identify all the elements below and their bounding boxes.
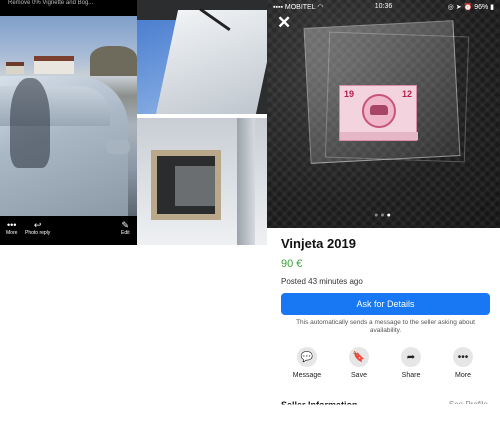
ellipsis-icon: •••	[6, 220, 17, 230]
more-options-button[interactable]: ••• More	[437, 347, 489, 379]
marketplace-listing: 19 12 ▪▪▪▪ MOBITEL ◠ 10:36 ◎ ➤ ⏰ 96% ▮ ✕…	[267, 0, 500, 434]
vignette-sticker: 19 12	[339, 85, 418, 141]
posted-time: Posted 43 minutes ago	[281, 277, 363, 286]
vignette-year-left: 19	[344, 89, 355, 99]
vignette-year-right: 12	[401, 89, 412, 99]
ellipsis-icon: •••	[453, 347, 473, 367]
battery-percent: 96%	[474, 4, 489, 11]
carousel-dots: ●●●	[267, 212, 500, 219]
house-small	[6, 62, 24, 74]
edit-label: Edit	[121, 230, 130, 236]
edit-button[interactable]: ✎ Edit	[121, 220, 130, 236]
share-button[interactable]: ➦ Share	[385, 347, 437, 379]
car-photo	[0, 16, 137, 226]
share-arrow-icon: ➦	[401, 347, 421, 367]
photo-toolbar: ••• More ↩ Photo reply ✎ Edit	[0, 216, 137, 245]
photo-reply-button[interactable]: ↩ Photo reply	[25, 220, 50, 236]
person-shadow	[10, 78, 50, 168]
bookmark-icon: 🔖	[349, 347, 369, 367]
ask-for-details-button[interactable]: Ask for Details	[281, 293, 490, 315]
messenger-icon: 💬	[297, 347, 317, 367]
dot-active: ●	[386, 212, 393, 219]
close-icon[interactable]: ✕	[277, 14, 291, 31]
ask-note: This automatically sends a message to th…	[296, 319, 475, 334]
car-photo-panel: Remove 0% Vignette and Bog... ••• More ↩…	[0, 0, 137, 245]
vignette-strip	[340, 132, 418, 140]
house	[34, 56, 74, 74]
action-row: 💬 Message 🔖 Save ➦ Share ••• More	[281, 347, 490, 387]
listing-title: Vinjeta 2019	[281, 236, 356, 251]
cutout-inner	[175, 166, 215, 206]
status-bar: ▪▪▪▪ MOBITEL ◠ 10:36 ◎ ➤ ⏰ 96% ▮	[267, 0, 500, 14]
see-profile-link[interactable]: See Profile	[449, 400, 488, 404]
share-label: Share	[401, 372, 421, 379]
battery: ◎ ➤ ⏰ 96% ▮	[447, 4, 494, 11]
reply-arrow-icon: ↩	[33, 220, 42, 230]
car-pillar	[237, 118, 255, 245]
cutout-photo	[137, 118, 267, 245]
photo-reply-label: Photo reply	[25, 230, 51, 236]
side-mirror	[106, 140, 130, 154]
windshield-photo	[137, 0, 267, 114]
cutout-hole	[151, 150, 221, 220]
trees	[90, 46, 137, 76]
photo-caption: Remove 0% Vignette and Bog...	[8, 0, 94, 6]
listing-photo[interactable]: 19 12 ▪▪▪▪ MOBITEL ◠ 10:36 ◎ ➤ ⏰ 96% ▮ ✕…	[267, 0, 500, 228]
save-label: Save	[351, 372, 367, 379]
pencil-icon: ✎	[121, 220, 130, 230]
more-label: More	[6, 230, 18, 236]
more-button[interactable]: ••• More	[6, 220, 17, 236]
seller-information-heading: Seller Information	[281, 400, 358, 410]
listing-price: 90 €	[281, 258, 303, 270]
save-button[interactable]: 🔖 Save	[333, 347, 385, 379]
more-label: More	[455, 372, 471, 379]
screenshot-collage: Remove 0% Vignette and Bog... ••• More ↩…	[0, 0, 500, 434]
message-button[interactable]: 💬 Message	[281, 347, 333, 379]
photo-top-bar: Remove 0% Vignette and Bog...	[0, 0, 137, 16]
car-icon	[370, 105, 388, 115]
message-label: Message	[292, 372, 322, 379]
